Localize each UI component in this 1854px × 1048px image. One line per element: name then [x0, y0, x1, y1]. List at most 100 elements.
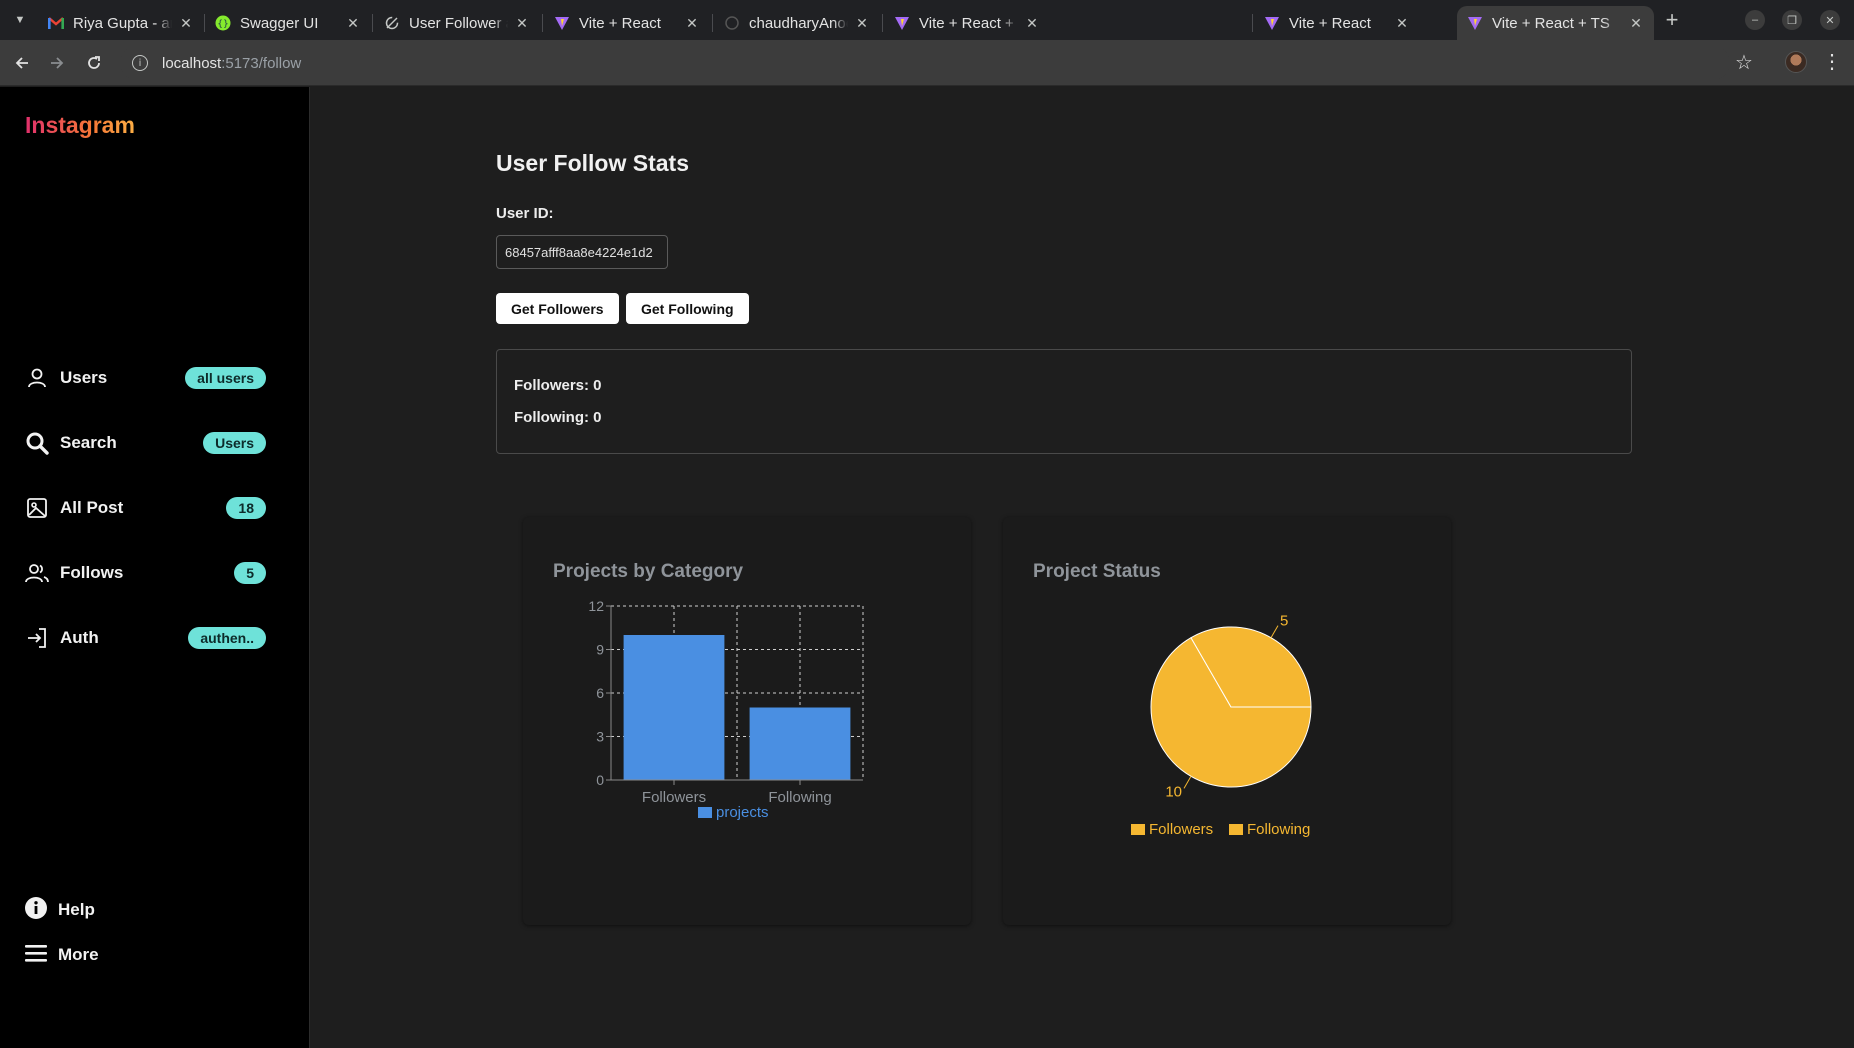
vite-icon: [1467, 15, 1483, 31]
search-icon: [24, 430, 50, 456]
browser-tab[interactable]: Vite + React ✕: [544, 6, 710, 40]
sidebar-item-label: Follows: [60, 563, 124, 582]
get-followers-button[interactable]: Get Followers: [496, 293, 619, 324]
tab-search-button[interactable]: ▼: [8, 8, 32, 32]
y-tick-label: 0: [596, 772, 604, 788]
reload-icon: [88, 56, 100, 69]
close-icon[interactable]: ✕: [1024, 15, 1040, 32]
browser-tab[interactable]: Riya Gupta - anoop. ✕: [38, 6, 204, 40]
menu-icon: [24, 942, 48, 969]
y-tick-label: 12: [588, 598, 604, 614]
follow-stats-box: Followers: 0 Following: 0: [496, 349, 1632, 454]
reload-button[interactable]: [81, 50, 107, 76]
vite-icon: [1264, 15, 1280, 31]
bar-chart: 0 3 6 9 12 Followers Followingprojects: [588, 598, 864, 821]
sidebar-item-all-post[interactable]: All Post 18: [24, 488, 266, 528]
sidebar-item-help[interactable]: Help: [24, 895, 95, 925]
close-icon[interactable]: ✕: [684, 15, 700, 32]
tab-title: Vite + React: [579, 14, 661, 32]
close-icon[interactable]: ✕: [178, 15, 194, 32]
address-bar[interactable]: i localhost:5173/follow: [120, 46, 1730, 80]
sidebar-item-label: More: [58, 945, 99, 964]
badge: authen..: [188, 627, 266, 649]
legend-label: Followers: [1149, 821, 1213, 838]
pie-chart: 10 5 Followers Following: [1131, 613, 1312, 838]
x-tick-label: Following: [768, 789, 831, 806]
legend-swatch: [1131, 824, 1145, 835]
followers-count: Followers: 0: [514, 377, 602, 394]
minimize-button[interactable]: –: [1745, 10, 1765, 30]
tab-title: chaudharyAnoop/sc: [749, 14, 848, 32]
pie-data-label: 10: [1165, 783, 1182, 800]
legend-swatch: [1229, 824, 1243, 835]
browser-menu-icon[interactable]: ⋮: [1822, 49, 1842, 74]
bar: [749, 707, 851, 780]
app-logo[interactable]: Instagram: [25, 112, 135, 139]
info-icon: [24, 896, 48, 925]
bar: [623, 635, 725, 780]
vite-icon: [894, 15, 910, 31]
sidebar-item-follows[interactable]: Follows 5: [24, 553, 266, 593]
forward-button[interactable]: [44, 50, 70, 76]
restore-button[interactable]: ❐: [1782, 10, 1802, 30]
browser-tab[interactable]: chaudharyAnoop/sc ✕: [714, 6, 880, 40]
pie-label-line: [1183, 776, 1192, 789]
legend-label: Following: [1247, 821, 1310, 838]
y-tick-label: 3: [596, 729, 604, 745]
y-tick-label: 6: [596, 685, 604, 701]
browser-tab[interactable]: Vite + React + TS ✕: [884, 6, 1050, 40]
close-icon[interactable]: ✕: [854, 15, 870, 32]
tab-title: Riya Gupta - anoop.: [73, 14, 172, 32]
vite-icon: [554, 15, 570, 31]
site-info-icon[interactable]: i: [132, 55, 148, 71]
browser-tab-active[interactable]: Vite + React + TS ✕: [1457, 6, 1654, 40]
pie-data-label: 5: [1280, 613, 1288, 630]
svg-text:{}: {}: [217, 20, 228, 30]
sidebar-item-more[interactable]: More: [24, 940, 99, 970]
sidebar-item-label: Help: [58, 900, 95, 919]
bookmark-star-icon[interactable]: ☆: [1735, 50, 1753, 75]
browser-tab[interactable]: {} Swagger UI ✕: [205, 6, 371, 40]
badge: 18: [226, 497, 266, 519]
profile-avatar[interactable]: [1785, 51, 1807, 73]
refresh-icon: [384, 15, 400, 31]
sidebar-item-auth[interactable]: Auth authen..: [24, 618, 266, 658]
sidebar-item-label: Users: [60, 368, 108, 387]
back-button[interactable]: [9, 50, 35, 76]
tab-title: User Follower and F: [409, 14, 508, 32]
browser-tab[interactable]: User Follower and F ✕: [374, 6, 540, 40]
sidebar-item-label: Search: [60, 433, 117, 452]
close-window-button[interactable]: ✕: [1820, 10, 1840, 30]
tab-title: Vite + React + TS: [1492, 14, 1610, 32]
close-icon[interactable]: ✕: [345, 15, 361, 32]
sidebar-item-users[interactable]: Users all users: [24, 358, 266, 398]
pie-label-line: [1270, 625, 1279, 638]
badge: all users: [185, 367, 266, 389]
sidebar-item-search[interactable]: Search Users: [24, 423, 266, 463]
y-tick-label: 9: [596, 642, 604, 658]
browser-toolbar: i localhost:5173/follow ☆ ⋮: [0, 40, 1854, 86]
tab-title: Vite + React + TS: [919, 14, 1018, 32]
new-tab-button[interactable]: +: [1660, 7, 1684, 32]
swagger-icon: {}: [215, 15, 231, 31]
url-path: :5173/follow: [221, 54, 302, 72]
legend-label: projects: [716, 804, 769, 821]
image-icon: [24, 495, 50, 521]
sidebar-item-label: Auth: [60, 628, 99, 647]
close-icon[interactable]: ✕: [1628, 15, 1644, 32]
close-icon[interactable]: ✕: [514, 15, 530, 32]
user-id-input[interactable]: [496, 235, 668, 269]
url-host: localhost: [162, 54, 222, 72]
x-tick-label: Followers: [642, 789, 706, 806]
main-content: User Follow Stats User ID: Get Followers…: [311, 87, 1854, 1048]
user-icon: [24, 365, 50, 391]
user-id-label: User ID:: [496, 205, 554, 222]
close-icon[interactable]: ✕: [1394, 15, 1410, 32]
page-title: User Follow Stats: [496, 150, 689, 176]
browser-tab[interactable]: Vite + React ✕: [1254, 6, 1420, 40]
get-following-button[interactable]: Get Following: [626, 293, 749, 324]
browser-tab-strip: ▼ Riya Gupta - anoop. ✕ {} Swagger UI ✕ …: [0, 0, 1854, 40]
gmail-icon: [48, 15, 64, 31]
sidebar-item-label: All Post: [60, 498, 124, 517]
github-icon: [724, 15, 740, 31]
